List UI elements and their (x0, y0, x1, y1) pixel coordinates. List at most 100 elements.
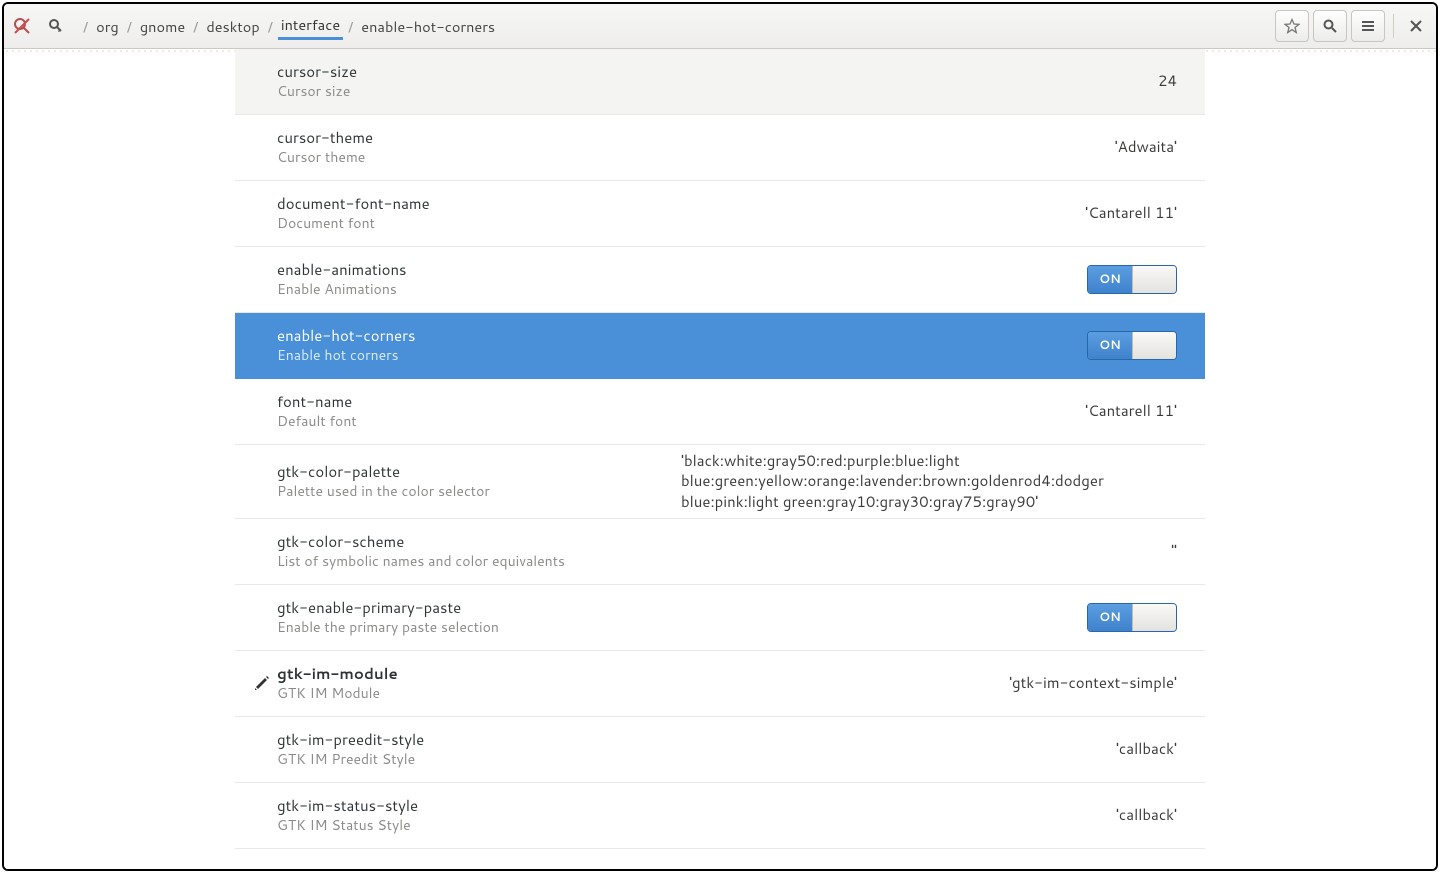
key-name: gtk-color-scheme (277, 532, 677, 552)
setting-row-gtk-color-palette[interactable]: gtk-color-palettePalette used in the col… (235, 445, 1205, 519)
key-description: Document font (277, 214, 677, 233)
toggle-switch[interactable]: ON (1087, 603, 1177, 632)
hamburger-menu-button[interactable] (1351, 10, 1385, 42)
setting-row-enable-hot-corners[interactable]: enable-hot-cornersEnable hot corners ON (235, 313, 1205, 379)
breadcrumb-item[interactable]: desktop (203, 14, 262, 39)
key-column: gtk-color-palettePalette used in the col… (263, 452, 677, 511)
key-column: enable-animationsEnable Animations (263, 250, 677, 309)
separator (1393, 14, 1394, 38)
key-name: document-font-name (277, 194, 677, 214)
value-column: 'Adwaita' (677, 131, 1177, 163)
key-description: GTK IM Preedit Style (277, 750, 677, 769)
switch-on-label: ON (1088, 332, 1132, 359)
breadcrumb-item[interactable]: interface (278, 12, 343, 40)
setting-row-cursor-size[interactable]: cursor-sizeCursor size 24 (235, 49, 1205, 115)
key-name: cursor-size (277, 62, 677, 82)
value-text: 'Cantarell 11' (1085, 202, 1177, 223)
key-name: gtk-im-preedit-style (277, 730, 677, 750)
settings-list: cursor-sizeCursor size24cursor-themeCurs… (235, 49, 1205, 849)
key-column: gtk-enable-primary-pasteEnable the prima… (263, 588, 677, 647)
key-description: Palette used in the color selector (277, 482, 677, 501)
value-text: '' (1171, 540, 1177, 561)
value-text: 'gtk-im-context-simple' (1009, 672, 1177, 693)
setting-row-gtk-im-module[interactable]: gtk-im-moduleGTK IM Module 'gtk-im-contex… (235, 651, 1205, 717)
toggle-switch[interactable]: ON (1087, 265, 1177, 294)
key-column: gtk-im-moduleGTK IM Module (263, 654, 677, 713)
key-name: gtk-im-module (277, 664, 677, 684)
breadcrumb-separator: / (188, 16, 203, 37)
key-name: gtk-im-status-style (277, 796, 677, 816)
pencil-icon (253, 674, 271, 692)
breadcrumb-item[interactable]: enable-hot-corners (358, 14, 498, 39)
value-text: 'callback' (1116, 738, 1177, 759)
value-text: 'black:white:gray50:red:purple:blue:ligh… (681, 450, 1104, 512)
switch-on-label: ON (1088, 604, 1132, 631)
value-column: 'Cantarell 11' (677, 395, 1177, 427)
value-text: 'callback' (1116, 804, 1177, 825)
value-column: '' (677, 535, 1177, 567)
value-column: 'callback' (677, 733, 1177, 765)
breadcrumb-separator: / (263, 16, 278, 37)
close-button[interactable] (1402, 11, 1430, 41)
setting-row-gtk-im-preedit-style[interactable]: gtk-im-preedit-styleGTK IM Preedit Style… (235, 717, 1205, 783)
value-column: 24 (677, 65, 1177, 97)
setting-row-gtk-color-scheme[interactable]: gtk-color-schemeList of symbolic names a… (235, 519, 1205, 585)
back-icon[interactable] (44, 14, 68, 38)
app-icon (10, 14, 34, 38)
value-text: 'Adwaita' (1115, 136, 1177, 157)
setting-row-gtk-im-status-style[interactable]: gtk-im-status-styleGTK IM Status Style 'c… (235, 783, 1205, 849)
key-name: cursor-theme (277, 128, 677, 148)
value-column: 'callback' (677, 799, 1177, 831)
settings-content[interactable]: cursor-sizeCursor size24cursor-themeCurs… (4, 49, 1436, 869)
setting-row-font-name[interactable]: font-nameDefault font 'Cantarell 11' (235, 379, 1205, 445)
key-column: cursor-themeCursor theme (263, 118, 677, 177)
key-description: Enable hot corners (277, 346, 677, 365)
setting-row-cursor-theme[interactable]: cursor-themeCursor theme 'Adwaita' (235, 115, 1205, 181)
switch-knob (1132, 604, 1176, 631)
breadcrumb-separator: / (78, 16, 93, 37)
value-column: 'Cantarell 11' (677, 197, 1177, 229)
breadcrumb-item[interactable]: gnome (137, 14, 188, 39)
bookmark-button[interactable] (1275, 10, 1309, 42)
key-column: cursor-sizeCursor size (263, 52, 677, 111)
value-text: 'Cantarell 11' (1085, 400, 1177, 421)
key-column: document-font-nameDocument font (263, 184, 677, 243)
key-description: Enable Animations (277, 280, 677, 299)
key-name: font-name (277, 392, 677, 412)
key-column: gtk-im-status-styleGTK IM Status Style (263, 786, 677, 845)
key-name: gtk-enable-primary-paste (277, 598, 677, 618)
setting-row-document-font-name[interactable]: document-font-nameDocument font 'Cantarel… (235, 181, 1205, 247)
key-description: GTK IM Status Style (277, 816, 677, 835)
toggle-switch[interactable]: ON (1087, 331, 1177, 360)
key-column: enable-hot-cornersEnable hot corners (263, 316, 677, 375)
app-window: /org/gnome/desktop/interface/enable-hot-… (2, 2, 1438, 871)
breadcrumb: /org/gnome/desktop/interface/enable-hot-… (78, 12, 498, 40)
breadcrumb-separator: / (343, 16, 358, 37)
setting-row-enable-animations[interactable]: enable-animationsEnable Animations ON (235, 247, 1205, 313)
key-description: GTK IM Module (277, 684, 677, 703)
key-description: List of symbolic names and color equival… (277, 552, 677, 571)
value-column: ON (677, 325, 1177, 366)
search-button[interactable] (1313, 10, 1347, 42)
switch-on-label: ON (1088, 266, 1132, 293)
value-column: 'black:white:gray50:red:purple:blue:ligh… (677, 445, 1177, 518)
key-description: Enable the primary paste selection (277, 618, 677, 637)
setting-row-gtk-enable-primary-paste[interactable]: gtk-enable-primary-pasteEnable the prima… (235, 585, 1205, 651)
key-name: enable-hot-corners (277, 326, 677, 346)
key-description: Cursor theme (277, 148, 677, 167)
key-column: gtk-im-preedit-styleGTK IM Preedit Style (263, 720, 677, 779)
switch-knob (1132, 332, 1176, 359)
key-column: font-nameDefault font (263, 382, 677, 441)
switch-knob (1132, 266, 1176, 293)
breadcrumb-separator: / (122, 16, 137, 37)
key-name: enable-animations (277, 260, 677, 280)
key-description: Default font (277, 412, 677, 431)
key-name: gtk-color-palette (277, 462, 677, 482)
value-text: 24 (1158, 70, 1177, 91)
key-description: Cursor size (277, 82, 677, 101)
breadcrumb-item[interactable]: org (93, 14, 122, 39)
key-column: gtk-color-schemeList of symbolic names a… (263, 522, 677, 581)
value-column: 'gtk-im-context-simple' (677, 667, 1177, 699)
value-column: ON (677, 597, 1177, 638)
value-column: ON (677, 259, 1177, 300)
